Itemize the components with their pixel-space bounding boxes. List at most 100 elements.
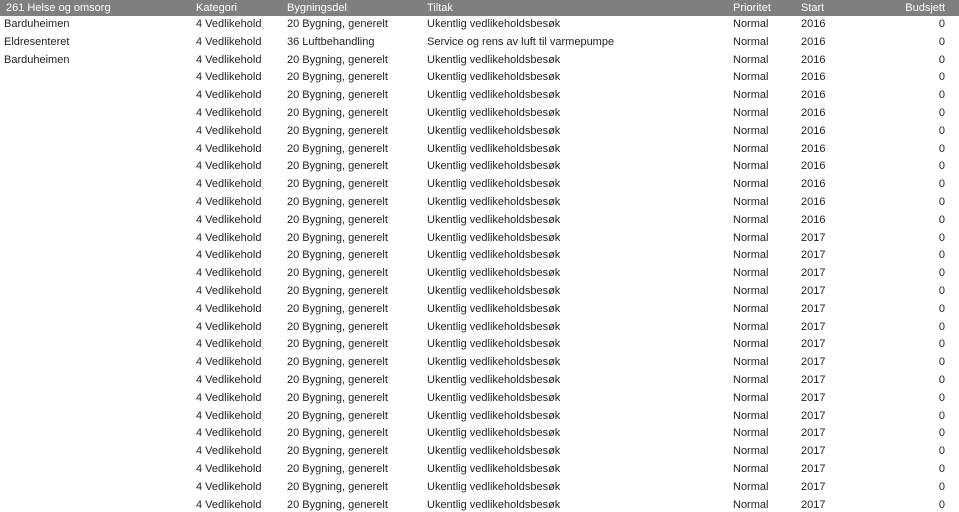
cell-start: 2016 xyxy=(801,71,826,84)
table-body: Barduheimen 4 Vedlikehold 20 Bygning, gene… xyxy=(0,16,959,512)
table-row[interactable]: Eldresenteret 4 Vedlikehold 36 Luftbehandl… xyxy=(0,34,959,52)
table-row[interactable]: 4 Vedlikehold 20 Bygning, generelt Ukentli… xyxy=(0,105,959,123)
cell-kategori: 4 Vedlikehold xyxy=(196,106,262,119)
table-row[interactable]: 4 Vedlikehold 20 Bygning, generelt Ukentli… xyxy=(0,158,959,176)
cell-budsjett: 0 xyxy=(938,267,945,280)
cell-tiltak: Ukentlig vedlikeholdsbesøk xyxy=(427,89,561,102)
table-row[interactable]: 4 Vedlikehold 20 Bygning, generelt Ukentli… xyxy=(0,425,959,443)
cell-navn xyxy=(0,408,196,426)
cell-prioritet: Normal xyxy=(733,18,769,30)
cell-navn: Eldresenteret xyxy=(4,35,70,48)
cell-tiltak: Ukentlig vedlikeholdsbesøk xyxy=(427,480,561,493)
cell-tiltak: Ukentlig vedlikeholdsbesøk xyxy=(427,18,561,30)
cell-kategori: 4 Vedlikehold xyxy=(196,71,262,84)
column-header-bygningsdel[interactable]: Bygningsdel xyxy=(287,0,427,16)
cell-tiltak: Ukentlig vedlikeholdsbesøk xyxy=(427,142,561,155)
table-row[interactable]: 4 Vedlikehold 20 Bygning, generelt Ukentli… xyxy=(0,176,959,194)
cell-prioritet: Normal xyxy=(733,106,769,119)
cell-start: 2017 xyxy=(801,427,826,440)
table-row[interactable]: 4 Vedlikehold 20 Bygning, generelt Ukentli… xyxy=(0,479,959,497)
cell-tiltak: Ukentlig vedlikeholdsbesøk xyxy=(427,267,561,280)
cell-tiltak: Service og rens av luft til varmepumpe xyxy=(427,35,615,48)
table-row[interactable]: 4 Vedlikehold 20 Bygning, generelt Ukentli… xyxy=(0,247,959,265)
column-header-kategori[interactable]: Kategori xyxy=(196,0,287,16)
column-header-budsjett[interactable]: Budsjett xyxy=(861,0,959,16)
cell-start: 2017 xyxy=(801,498,826,511)
cell-prioritet: Normal xyxy=(733,249,769,262)
cell-prioritet: Normal xyxy=(733,142,769,155)
cell-bygningsdel: 20 Bygning, generelt xyxy=(287,356,388,369)
cell-bygningsdel: 20 Bygning, generelt xyxy=(287,445,388,458)
column-header-start[interactable]: Start xyxy=(801,0,861,16)
table-row[interactable]: 4 Vedlikehold 20 Bygning, generelt Ukentli… xyxy=(0,461,959,479)
cell-kategori: 4 Vedlikehold xyxy=(196,124,262,137)
table-row[interactable]: 4 Vedlikehold 20 Bygning, generelt Ukentli… xyxy=(0,265,959,283)
table-row[interactable]: 4 Vedlikehold 20 Bygning, generelt Ukentli… xyxy=(0,372,959,390)
cell-budsjett: 0 xyxy=(938,213,945,226)
cell-prioritet: Normal xyxy=(733,160,769,173)
table-row[interactable]: Barduheimen 4 Vedlikehold 20 Bygning, gene… xyxy=(0,16,959,34)
cell-bygningsdel: 20 Bygning, generelt xyxy=(287,178,388,191)
cell-kategori: 4 Vedlikehold xyxy=(196,284,262,297)
table-row[interactable]: 4 Vedlikehold 20 Bygning, generelt Ukentli… xyxy=(0,408,959,426)
cell-start: 2017 xyxy=(801,391,826,404)
table-row[interactable]: Barduheimen 4 Vedlikehold 20 Bygning, gene… xyxy=(0,52,959,70)
cell-kategori: 4 Vedlikehold xyxy=(196,53,262,66)
cell-budsjett: 0 xyxy=(938,498,945,511)
cell-budsjett: 0 xyxy=(938,71,945,84)
cell-kategori: 4 Vedlikehold xyxy=(196,302,262,315)
cell-tiltak: Ukentlig vedlikeholdsbesøk xyxy=(427,356,561,369)
table-row[interactable]: 4 Vedlikehold 20 Bygning, generelt Ukentli… xyxy=(0,301,959,319)
cell-prioritet: Normal xyxy=(733,302,769,315)
table-row[interactable]: 4 Vedlikehold 20 Bygning, generelt Ukentli… xyxy=(0,319,959,337)
table-row[interactable]: 4 Vedlikehold 20 Bygning, generelt Ukentli… xyxy=(0,141,959,159)
table-row[interactable]: 4 Vedlikehold 20 Bygning, generelt Ukentli… xyxy=(0,354,959,372)
cell-prioritet: Normal xyxy=(733,338,769,351)
cell-prioritet: Normal xyxy=(733,427,769,440)
cell-budsjett: 0 xyxy=(938,18,945,30)
cell-start: 2016 xyxy=(801,35,826,48)
cell-tiltak: Ukentlig vedlikeholdsbesøk xyxy=(427,160,561,173)
cell-tiltak: Ukentlig vedlikeholdsbesøk xyxy=(427,231,561,244)
cell-navn xyxy=(0,390,196,408)
cell-budsjett: 0 xyxy=(938,284,945,297)
table-row[interactable]: 4 Vedlikehold 20 Bygning, generelt Ukentli… xyxy=(0,443,959,461)
cell-tiltak: Ukentlig vedlikeholdsbesøk xyxy=(427,373,561,386)
cell-tiltak: Ukentlig vedlikeholdsbesøk xyxy=(427,53,561,66)
cell-bygningsdel: 20 Bygning, generelt xyxy=(287,249,388,262)
cell-kategori: 4 Vedlikehold xyxy=(196,445,262,458)
cell-prioritet: Normal xyxy=(733,498,769,511)
cell-navn xyxy=(0,336,196,354)
table-row[interactable]: 4 Vedlikehold 20 Bygning, generelt Ukentli… xyxy=(0,230,959,248)
cell-kategori: 4 Vedlikehold xyxy=(196,356,262,369)
column-header-tiltak[interactable]: Tiltak xyxy=(427,0,733,16)
table-row[interactable]: 4 Vedlikehold 20 Bygning, generelt Ukentli… xyxy=(0,390,959,408)
table-row[interactable]: 4 Vedlikehold 20 Bygning, generelt Ukentli… xyxy=(0,194,959,212)
cell-tiltak: Ukentlig vedlikeholdsbesøk xyxy=(427,427,561,440)
table-row[interactable]: 4 Vedlikehold 20 Bygning, generelt Ukentli… xyxy=(0,283,959,301)
cell-navn xyxy=(0,461,196,479)
cell-budsjett: 0 xyxy=(938,124,945,137)
cell-budsjett: 0 xyxy=(938,338,945,351)
cell-budsjett: 0 xyxy=(938,409,945,422)
table-row[interactable]: 4 Vedlikehold 20 Bygning, generelt Ukentli… xyxy=(0,123,959,141)
cell-navn xyxy=(0,123,196,141)
cell-tiltak: Ukentlig vedlikeholdsbesøk xyxy=(427,213,561,226)
table-row[interactable]: 4 Vedlikehold 20 Bygning, generelt Ukentli… xyxy=(0,497,959,512)
cell-start: 2017 xyxy=(801,231,826,244)
table-row[interactable]: 4 Vedlikehold 20 Bygning, generelt Ukentli… xyxy=(0,69,959,87)
cell-budsjett: 0 xyxy=(938,445,945,458)
table-row[interactable]: 4 Vedlikehold 20 Bygning, generelt Ukentli… xyxy=(0,87,959,105)
cell-start: 2017 xyxy=(801,462,826,475)
cell-kategori: 4 Vedlikehold xyxy=(196,462,262,475)
cell-budsjett: 0 xyxy=(938,320,945,333)
table-row[interactable]: 4 Vedlikehold 20 Bygning, generelt Ukentli… xyxy=(0,212,959,230)
column-header-navn[interactable]: 261 Helse og omsorg xyxy=(0,0,196,16)
cell-tiltak: Ukentlig vedlikeholdsbesøk xyxy=(427,106,561,119)
cell-prioritet: Normal xyxy=(733,231,769,244)
table-row[interactable]: 4 Vedlikehold 20 Bygning, generelt Ukentli… xyxy=(0,336,959,354)
cell-budsjett: 0 xyxy=(938,106,945,119)
cell-prioritet: Normal xyxy=(733,373,769,386)
column-header-prioritet[interactable]: Prioritet xyxy=(733,0,801,16)
cell-kategori: 4 Vedlikehold xyxy=(196,89,262,102)
